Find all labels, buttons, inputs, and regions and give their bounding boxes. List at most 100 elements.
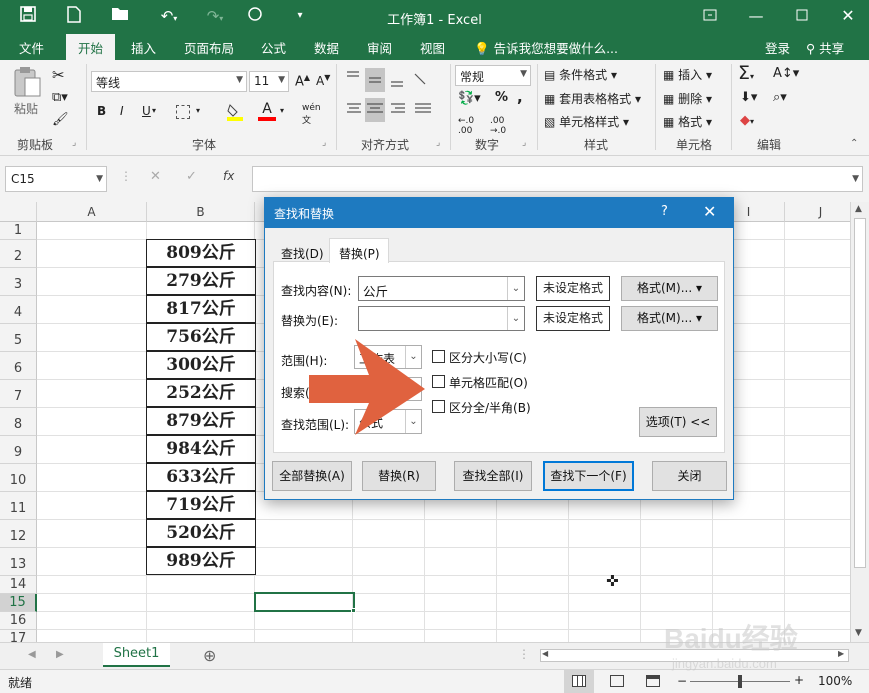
- find-next-button[interactable]: 查找下一个(F): [543, 461, 634, 491]
- replace-button[interactable]: 替换(R): [362, 461, 436, 491]
- zoom-out-icon[interactable]: −: [677, 674, 687, 688]
- prev-sheet-icon[interactable]: ◀: [28, 649, 36, 660]
- row-header[interactable]: 13: [0, 548, 37, 576]
- copy-icon[interactable]: ⧉▾: [52, 90, 68, 105]
- scroll-thumb[interactable]: [854, 218, 866, 568]
- delete-cells-button[interactable]: ▦ 删除 ▾: [663, 90, 712, 107]
- cell-b4[interactable]: 817公斤: [146, 295, 256, 323]
- row-header[interactable]: 8: [0, 408, 37, 436]
- increase-decimal-icon[interactable]: ←.0.00: [458, 116, 474, 136]
- decrease-decimal-icon[interactable]: .00 →.0: [490, 116, 506, 136]
- fill-color-icon[interactable]: [226, 102, 244, 122]
- tab-home[interactable]: 开始: [66, 34, 116, 60]
- tell-me-search[interactable]: 💡 告诉我您想要做什么...: [474, 38, 618, 57]
- next-sheet-icon[interactable]: ▶: [56, 649, 64, 660]
- underline-button[interactable]: U: [142, 104, 151, 118]
- name-box[interactable]: C15 ▼: [5, 166, 107, 192]
- currency-icon[interactable]: 💱▾: [458, 91, 481, 106]
- tab-split-icon[interactable]: ⋮: [518, 647, 530, 661]
- row-header[interactable]: 3: [0, 268, 37, 296]
- align-left-icon[interactable]: [345, 98, 365, 122]
- number-format-select[interactable]: 常规 ▼: [455, 65, 531, 86]
- paste-icon[interactable]: [12, 66, 42, 98]
- row-header[interactable]: 12: [0, 520, 37, 548]
- close-window-icon[interactable]: ✕: [838, 6, 858, 26]
- match-byte-checkbox[interactable]: [432, 400, 445, 413]
- scroll-down-icon[interactable]: ▼: [855, 628, 862, 638]
- format-as-table-button[interactable]: ▦ 套用表格格式 ▾: [544, 90, 641, 107]
- shrink-font-icon[interactable]: A▼: [316, 73, 330, 88]
- align-right-icon[interactable]: [388, 98, 408, 122]
- enter-formula-icon[interactable]: ✓: [186, 169, 197, 184]
- tab-find[interactable]: 查找(D): [281, 245, 324, 262]
- font-launcher-icon[interactable]: ⌟: [322, 138, 326, 148]
- page-break-view-icon[interactable]: [646, 675, 660, 687]
- match-entire-cell-checkbox[interactable]: [432, 375, 445, 388]
- options-button[interactable]: 选项(T) <<: [639, 407, 717, 437]
- chevron-down-icon[interactable]: ▾: [196, 106, 200, 115]
- column-header[interactable]: B: [147, 202, 255, 222]
- borders-icon[interactable]: [176, 105, 190, 119]
- grow-font-icon[interactable]: A▲: [295, 73, 310, 89]
- align-middle-icon[interactable]: [365, 68, 385, 92]
- match-byte-label[interactable]: 区分全/半角(B): [449, 399, 531, 416]
- row-header[interactable]: 15: [0, 594, 37, 612]
- cell-b10[interactable]: 633公斤: [146, 463, 256, 491]
- paste-label[interactable]: 粘贴: [14, 100, 38, 117]
- italic-button[interactable]: I: [120, 104, 124, 118]
- column-header[interactable]: J: [785, 202, 850, 222]
- tab-review[interactable]: 审阅: [367, 38, 392, 57]
- find-all-button[interactable]: 查找全部(I): [454, 461, 532, 491]
- cell-b8[interactable]: 879公斤: [146, 407, 256, 435]
- minimize-icon[interactable]: —: [746, 6, 766, 26]
- cut-icon[interactable]: ✂: [52, 66, 65, 84]
- match-entire-cell-label[interactable]: 单元格匹配(O): [449, 374, 528, 391]
- replace-all-button[interactable]: 全部替换(A): [272, 461, 352, 491]
- align-bottom-icon[interactable]: [388, 68, 408, 92]
- cell-b3[interactable]: 279公斤: [146, 267, 256, 295]
- close-icon[interactable]: ✕: [703, 202, 716, 221]
- zoom-slider-thumb[interactable]: [738, 675, 742, 688]
- row-header[interactable]: 2: [0, 240, 37, 268]
- merge-center-icon[interactable]: [412, 98, 442, 122]
- tab-file[interactable]: 文件: [19, 38, 44, 57]
- clipboard-launcher-icon[interactable]: ⌟: [72, 138, 76, 148]
- row-header[interactable]: 16: [0, 612, 37, 630]
- sort-filter-icon[interactable]: A↕▾: [773, 66, 799, 81]
- scroll-up-icon[interactable]: ▲: [855, 204, 862, 214]
- replace-format-button[interactable]: 格式(M)... ▾: [621, 306, 718, 331]
- row-header[interactable]: 9: [0, 436, 37, 464]
- select-all-corner[interactable]: [0, 202, 37, 222]
- format-cells-button[interactable]: ▦ 格式 ▾: [663, 113, 712, 130]
- phonetic-guide-icon[interactable]: wén 文: [302, 103, 321, 126]
- share-button[interactable]: ⚲ 共享: [806, 38, 844, 57]
- clear-icon[interactable]: ◆▾: [740, 113, 754, 128]
- orientation-icon[interactable]: [412, 68, 442, 92]
- font-size-select[interactable]: 11 ▼: [249, 71, 289, 92]
- zoom-in-icon[interactable]: +: [794, 673, 804, 687]
- zoom-level[interactable]: 100%: [818, 674, 852, 688]
- row-header[interactable]: 6: [0, 352, 37, 380]
- fill-handle[interactable]: [351, 608, 356, 613]
- collapse-ribbon-icon[interactable]: ⌃: [850, 138, 858, 149]
- tab-replace[interactable]: 替换(P): [329, 238, 389, 263]
- percent-button[interactable]: %: [495, 90, 508, 105]
- row-header[interactable]: 1: [0, 222, 37, 240]
- match-case-checkbox[interactable]: [432, 350, 445, 363]
- new-sheet-icon[interactable]: ⊕: [203, 646, 216, 665]
- sheet-tab-sheet1[interactable]: Sheet1: [103, 643, 170, 667]
- row-header[interactable]: 4: [0, 296, 37, 324]
- font-name-select[interactable]: 等线 ▼: [91, 71, 247, 92]
- cancel-formula-icon[interactable]: ✕: [150, 169, 161, 184]
- align-top-icon[interactable]: [345, 68, 365, 92]
- row-header[interactable]: 10: [0, 464, 37, 492]
- match-case-label[interactable]: 区分大小写(C): [449, 349, 527, 366]
- cell-b6[interactable]: 300公斤: [146, 351, 256, 379]
- login-link[interactable]: 登录: [765, 38, 790, 57]
- help-button[interactable]: ?: [661, 204, 668, 219]
- vertical-scrollbar[interactable]: ▲ ▼: [850, 202, 869, 642]
- close-button[interactable]: 关闭: [652, 461, 727, 491]
- cell-b11[interactable]: 719公斤: [146, 491, 256, 519]
- row-header[interactable]: 17: [0, 630, 37, 642]
- cell-b9[interactable]: 984公斤: [146, 435, 256, 463]
